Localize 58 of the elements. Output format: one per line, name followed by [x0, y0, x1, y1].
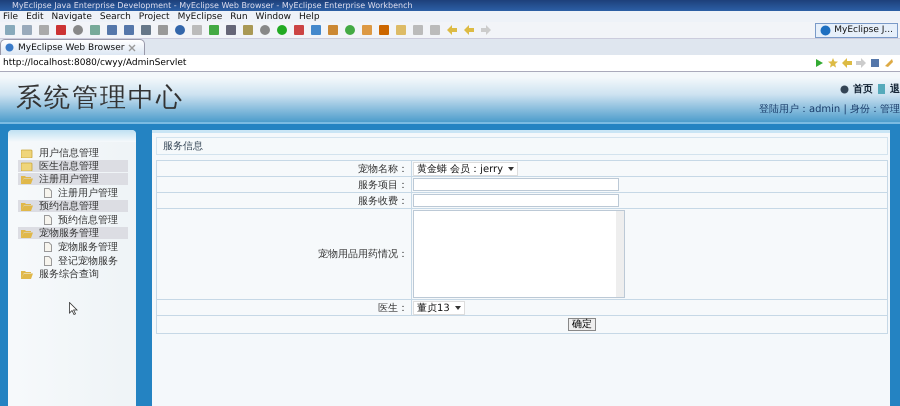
menu-item[interactable]: Navigate [52, 12, 92, 22]
globe-icon[interactable] [174, 24, 186, 36]
field-label: 服务项目： [357, 178, 409, 192]
go-icon[interactable] [814, 58, 824, 68]
tree-item[interactable]: 预约信息管理 [8, 213, 136, 226]
tree-item[interactable]: 登记宠物服务 [8, 254, 136, 267]
tree-item[interactable]: 预约信息管理 [18, 200, 128, 212]
input-field[interactable] [413, 178, 619, 191]
cursor-icon [69, 302, 78, 315]
forward-icon[interactable] [856, 58, 866, 68]
panel-title: 服务信息 [163, 140, 203, 153]
menu-item[interactable]: Window [256, 12, 292, 22]
close-icon[interactable] [128, 44, 136, 52]
document-icon [44, 188, 52, 198]
menu-item[interactable]: Help [299, 12, 320, 22]
tree-item[interactable]: 服务综合查询 [18, 268, 128, 280]
select-field[interactable]: 董贞13 [413, 300, 465, 314]
input-field[interactable] [413, 194, 619, 207]
home-link[interactable]: 首页 [853, 82, 873, 96]
field-label: 服务收费： [357, 194, 409, 208]
perspective-icon [820, 24, 832, 36]
perspective-button[interactable]: MyEclipse J... [815, 22, 898, 38]
field-label: 宠物名称： [357, 162, 409, 176]
document-icon [44, 214, 52, 224]
star-icon[interactable] [828, 58, 838, 68]
dropdown-icon [454, 306, 461, 310]
text-area[interactable] [413, 210, 625, 298]
globe-icon [5, 43, 14, 52]
menu-item[interactable]: File [3, 12, 18, 22]
play-icon[interactable] [276, 24, 288, 36]
back-icon[interactable] [842, 58, 852, 68]
tree-item[interactable]: 注册用户管理 [18, 173, 128, 185]
user-info: 登陆用户：admin | 身份：管理 [758, 102, 900, 116]
tree-item[interactable]: 注册用户管理 [8, 186, 136, 199]
field-label: 宠物用品用药情况： [317, 248, 409, 261]
tree-item[interactable]: 宠物服务管理 [18, 227, 128, 239]
menu-item[interactable]: Project [138, 12, 170, 22]
back-icon[interactable] [446, 24, 458, 36]
menu-item[interactable]: Search [100, 12, 131, 22]
tree-item[interactable]: 医生信息管理 [18, 160, 128, 172]
menu-item[interactable]: Run [230, 12, 248, 22]
select-field[interactable]: 黄金蟒 会员：jerry [413, 162, 518, 176]
help-icon [840, 84, 849, 94]
menu-item[interactable]: Edit [26, 12, 44, 22]
tree-item[interactable]: 用户信息管理 [18, 147, 128, 159]
field-label: 医生： [377, 302, 409, 314]
menu-item[interactable]: MyEclipse [178, 12, 222, 22]
confirm-button[interactable]: 确定 [568, 318, 596, 331]
site-title: 系统管理中心 [16, 82, 184, 114]
fwd-icon[interactable] [480, 24, 492, 36]
logout-link[interactable]: 退 [890, 82, 900, 96]
browser-tab[interactable]: MyEclipse Web Browser [0, 39, 146, 55]
scrollbar[interactable] [616, 211, 624, 297]
back-icon[interactable] [463, 24, 475, 36]
dropdown-icon [508, 166, 514, 170]
tree-item[interactable]: 宠物服务管理 [8, 240, 136, 253]
window-title: MyEclipse Java Enterprise Development - MyEclipse Web Browser - MyEclipse Enterprise Workbench [12, 0, 413, 10]
stop-icon[interactable] [870, 58, 880, 68]
